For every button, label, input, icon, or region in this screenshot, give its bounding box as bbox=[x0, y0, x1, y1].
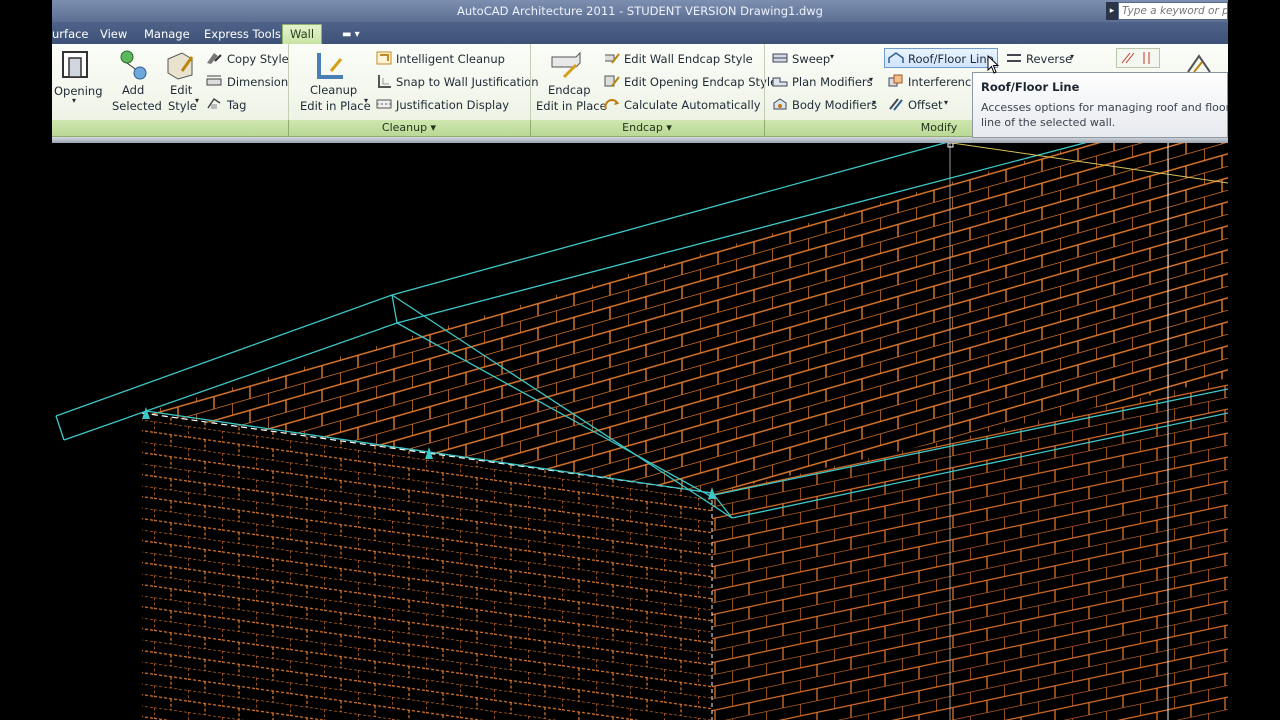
calculate-automatically-icon[interactable] bbox=[604, 97, 620, 111]
edit-style-label-1[interactable]: Edit bbox=[170, 83, 192, 97]
tag-icon[interactable] bbox=[206, 97, 222, 111]
body-modifiers-icon[interactable] bbox=[772, 97, 788, 111]
snap-justification-button[interactable]: Snap to Wall Justification bbox=[396, 75, 539, 89]
add-selected-label-1[interactable]: Add bbox=[122, 83, 144, 97]
reverse-button[interactable]: Reverse bbox=[1026, 52, 1072, 66]
tab-surface[interactable]: urface bbox=[52, 25, 89, 44]
title-bar: AutoCAD Architecture 2011 - STUDENT VERS… bbox=[52, 0, 1228, 22]
roof-floor-line-icon[interactable] bbox=[888, 51, 904, 65]
window-title: AutoCAD Architecture 2011 - STUDENT VERS… bbox=[457, 4, 823, 18]
copy-style-icon[interactable] bbox=[206, 51, 222, 65]
add-selected-label-2[interactable]: Selected bbox=[112, 99, 162, 113]
snap-justification-icon[interactable] bbox=[376, 74, 392, 88]
opening-dropdown-icon[interactable]: ▾ bbox=[72, 96, 76, 105]
infocenter-arrow-icon[interactable]: ▸ bbox=[1106, 2, 1118, 20]
edit-opening-endcap-button[interactable]: Edit Opening Endcap Style bbox=[624, 75, 777, 89]
opening-button[interactable]: Opening bbox=[54, 84, 103, 98]
cleanup-edit-in-place-icon[interactable] bbox=[315, 49, 347, 81]
copy-style-button[interactable]: Copy Style bbox=[227, 52, 289, 66]
tag-button[interactable]: Tag bbox=[227, 98, 246, 112]
dimension-button[interactable]: Dimension bbox=[227, 75, 288, 89]
plan-modifiers-button[interactable]: Plan Modifiers bbox=[792, 75, 873, 89]
intelligent-cleanup-icon[interactable] bbox=[376, 51, 392, 65]
offset-dropdown-icon[interactable]: ▾ bbox=[944, 98, 948, 107]
panel-separator bbox=[764, 44, 765, 120]
add-selected-icon[interactable] bbox=[118, 49, 150, 81]
endcap-edit-label-1[interactable]: Endcap bbox=[548, 83, 591, 97]
plan-modifiers-icon[interactable] bbox=[772, 74, 788, 88]
intelligent-cleanup-button[interactable]: Intelligent Cleanup bbox=[396, 52, 505, 66]
plan-modifiers-dropdown-icon[interactable]: ▾ bbox=[869, 75, 873, 84]
panel-separator bbox=[530, 44, 531, 120]
left-letterbox bbox=[0, 0, 52, 720]
justification-display-button[interactable]: Justification Display bbox=[396, 98, 509, 112]
justification-display-icon[interactable] bbox=[376, 97, 392, 111]
tooltip-description: Accesses options for managing roof and f… bbox=[981, 101, 1228, 129]
drawing-viewport[interactable] bbox=[52, 143, 1228, 720]
reverse-dropdown-icon[interactable]: ▾ bbox=[1070, 52, 1074, 61]
search-input[interactable]: Type a keyword or phrase bbox=[1118, 2, 1228, 20]
edit-wall-endcap-button[interactable]: Edit Wall Endcap Style bbox=[624, 52, 753, 66]
offset-icon[interactable] bbox=[888, 97, 904, 111]
tooltip: Roof/Floor Line Accesses options for man… bbox=[972, 72, 1228, 138]
tab-manage[interactable]: Manage bbox=[144, 25, 190, 44]
dimension-icon[interactable] bbox=[206, 74, 222, 88]
interference-icon[interactable] bbox=[888, 74, 904, 88]
cleanup-panel-title[interactable]: Cleanup ▾ bbox=[288, 120, 530, 136]
sweep-icon[interactable] bbox=[772, 51, 788, 65]
autocad-window: AutoCAD Architecture 2011 - STUDENT VERS… bbox=[52, 0, 1228, 720]
endcap-edit-in-place-icon[interactable] bbox=[550, 49, 582, 81]
roof-floor-line-label[interactable]: Roof/Floor Line bbox=[908, 52, 994, 66]
edit-opening-endcap-icon[interactable] bbox=[604, 74, 620, 88]
tab-wall[interactable]: Wall bbox=[282, 24, 323, 44]
offset-button[interactable]: Offset bbox=[908, 98, 943, 112]
sweep-button[interactable]: Sweep bbox=[792, 52, 830, 66]
tab-view[interactable]: View bbox=[100, 25, 127, 44]
endcap-edit-label-2[interactable]: Edit in Place bbox=[536, 99, 607, 113]
tab-express-tools[interactable]: Express Tools bbox=[204, 25, 281, 44]
panel-options-icon[interactable]: ▬ ▾ bbox=[342, 25, 360, 44]
tooltip-title: Roof/Floor Line bbox=[981, 80, 1080, 94]
cleanup-dropdown-icon[interactable]: ▾ bbox=[364, 96, 368, 105]
opening-icon[interactable] bbox=[60, 49, 90, 79]
cleanup-edit-label-1[interactable]: Cleanup bbox=[310, 83, 357, 97]
body-modifiers-dropdown-icon[interactable]: ▾ bbox=[872, 98, 876, 107]
mouse-cursor-icon bbox=[987, 55, 1000, 74]
reverse-icon[interactable] bbox=[1006, 51, 1022, 65]
body-modifiers-button[interactable]: Body Modifiers bbox=[792, 98, 877, 112]
edit-style-dropdown-icon[interactable]: ▾ bbox=[195, 96, 199, 105]
edit-style-icon[interactable] bbox=[164, 49, 196, 81]
panel-separator bbox=[288, 44, 289, 120]
wall-tools-icons[interactable] bbox=[1116, 48, 1160, 68]
cleanup-edit-label-2[interactable]: Edit in Place bbox=[300, 99, 371, 113]
right-letterbox bbox=[1228, 0, 1280, 720]
interference-button[interactable]: Interference bbox=[908, 75, 978, 89]
edit-wall-endcap-icon[interactable] bbox=[604, 51, 620, 65]
edit-style-label-2[interactable]: Style bbox=[168, 99, 197, 113]
endcap-panel-title[interactable]: Endcap ▾ bbox=[530, 120, 764, 136]
sweep-dropdown-icon[interactable]: ▾ bbox=[830, 52, 834, 61]
calculate-automatically-button[interactable]: Calculate Automatically bbox=[624, 98, 761, 112]
ribbon-tab-bar: urface View Manage Express Tools Wall ▬ … bbox=[52, 22, 1228, 44]
